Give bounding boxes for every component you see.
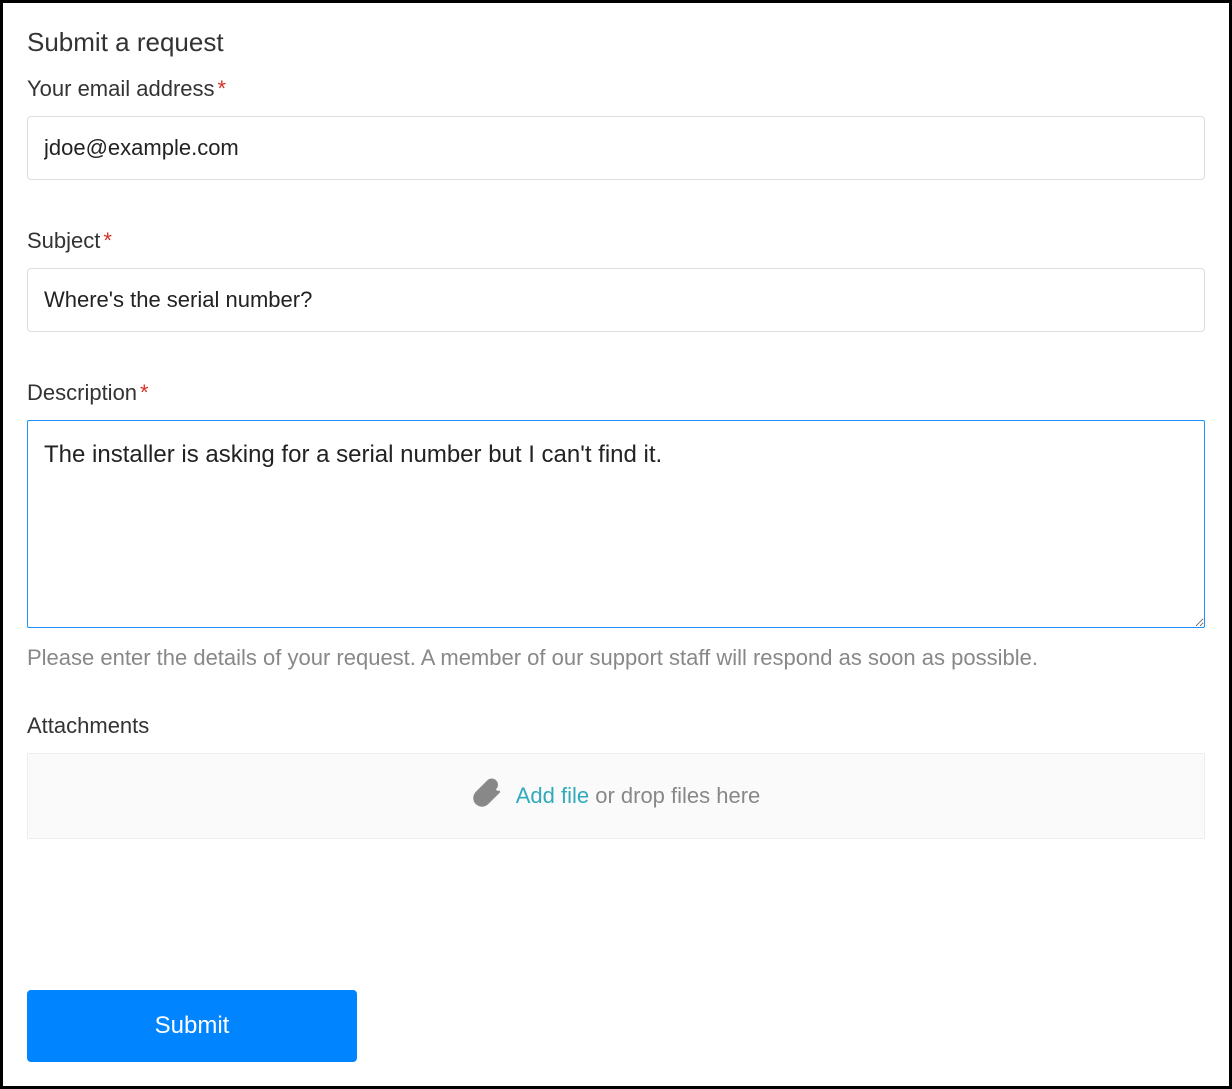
email-field-group: Your email address*	[27, 76, 1205, 180]
request-form-container: Submit a request Your email address* Sub…	[0, 0, 1232, 1089]
description-help-text: Please enter the details of your request…	[27, 645, 1205, 671]
submit-button[interactable]: Submit	[27, 990, 357, 1062]
drop-files-text: or drop files here	[589, 783, 760, 808]
email-input[interactable]	[27, 116, 1205, 180]
page-title: Submit a request	[27, 27, 1205, 58]
subject-label: Subject*	[27, 228, 1205, 254]
add-file-link[interactable]: Add file	[516, 783, 589, 808]
subject-input[interactable]	[27, 268, 1205, 332]
description-label: Description*	[27, 380, 1205, 406]
required-indicator: *	[103, 228, 112, 253]
description-textarea[interactable]	[27, 420, 1205, 628]
attachments-field-group: Attachments Add file or drop files here	[27, 713, 1205, 839]
subject-field-group: Subject*	[27, 228, 1205, 332]
email-label: Your email address*	[27, 76, 1205, 102]
required-indicator: *	[218, 76, 227, 101]
description-field-group: Description* Please enter the details of…	[27, 380, 1205, 671]
required-indicator: *	[140, 380, 149, 405]
attachments-label: Attachments	[27, 713, 1205, 739]
paperclip-icon	[472, 778, 502, 814]
email-label-text: Your email address	[27, 76, 215, 101]
description-label-text: Description	[27, 380, 137, 405]
attachments-dropzone[interactable]: Add file or drop files here	[27, 753, 1205, 839]
subject-label-text: Subject	[27, 228, 100, 253]
